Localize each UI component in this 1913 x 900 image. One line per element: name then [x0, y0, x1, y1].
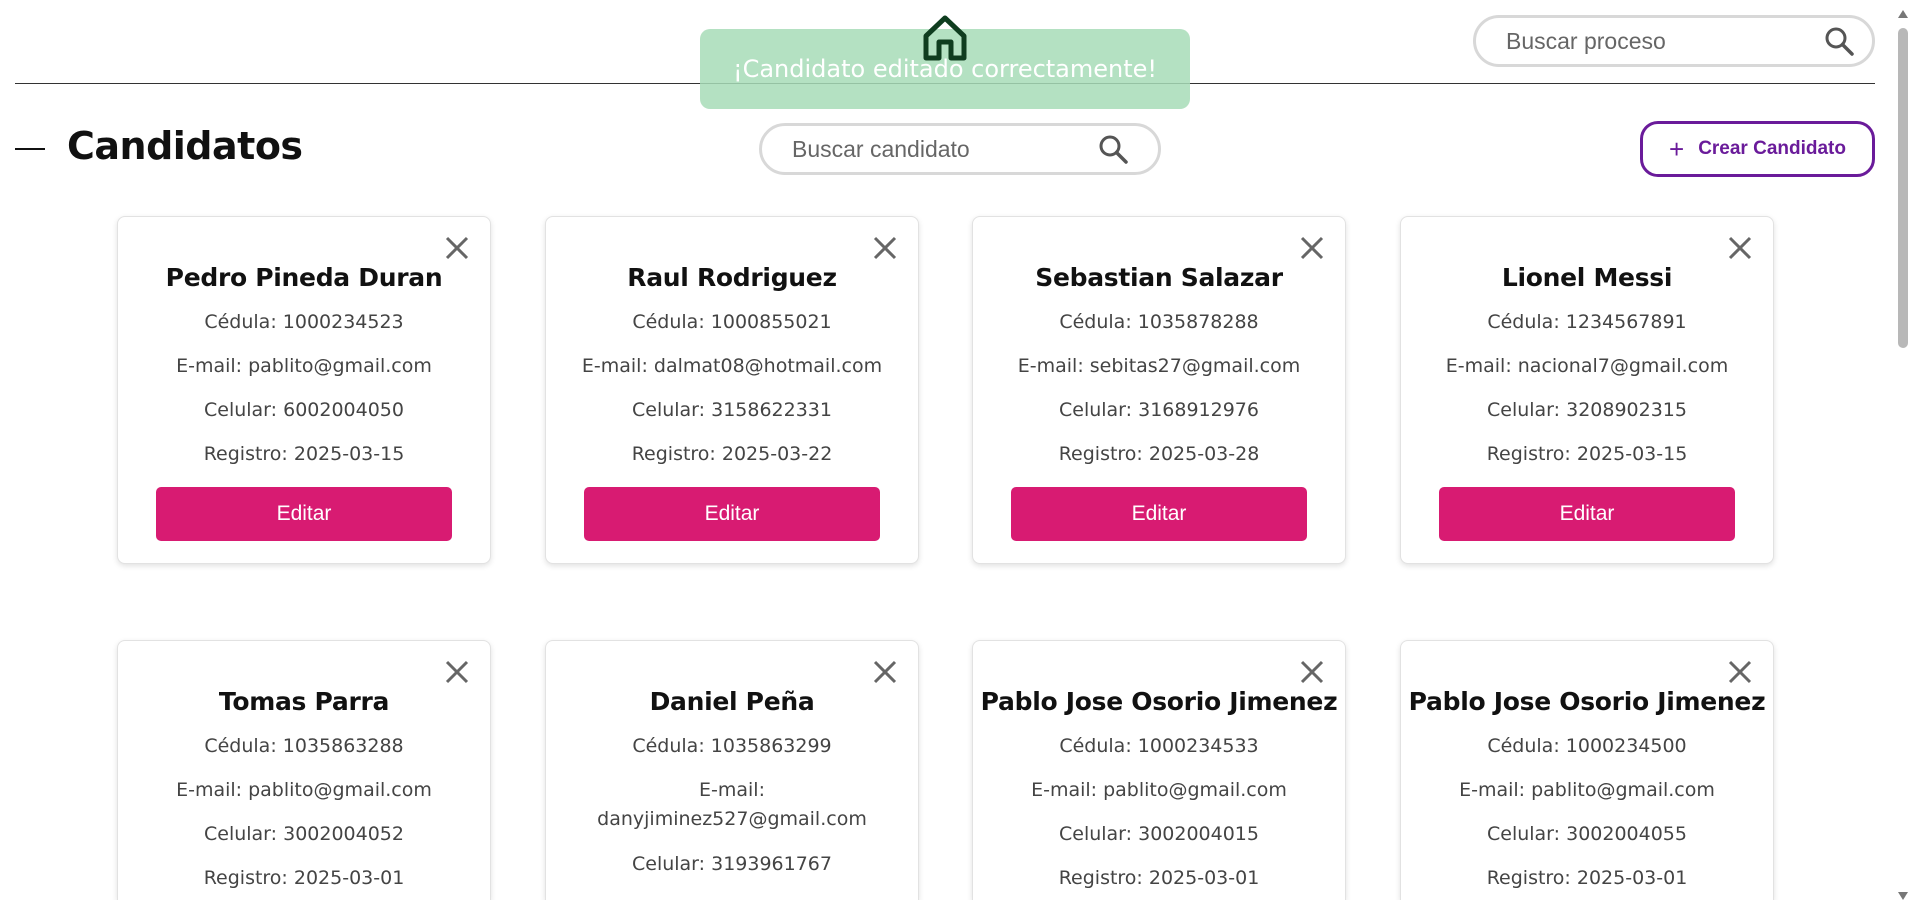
candidate-registration: Registro: 2025-03-22 — [631, 443, 833, 465]
candidate-registration: Registro: 2025-03-01 — [1486, 867, 1688, 889]
candidate-name: Raul Rodriguez — [627, 263, 837, 292]
candidate-phone: Celular: 6002004050 — [203, 399, 404, 421]
candidate-name: Daniel Peña — [649, 687, 815, 716]
candidate-email: E-mail: pablito@gmail.com — [1031, 779, 1287, 801]
candidate-card: Pablo Jose Osorio Jimenez Cédula: 100023… — [972, 640, 1346, 900]
candidate-email: E-mail: pablito@gmail.com — [1459, 779, 1715, 801]
search-process-input[interactable] — [1506, 27, 1824, 55]
candidate-cedula: Cédula: 1234567891 — [1487, 311, 1687, 333]
candidate-name: Lionel Messi — [1501, 263, 1673, 292]
candidate-phone: Celular: 3208902315 — [1486, 399, 1687, 421]
candidate-email-value: danyjiminez527@gmail.com — [597, 808, 867, 830]
candidate-registration: Registro: 2025-03-01 — [1058, 867, 1260, 889]
close-icon[interactable] — [442, 233, 472, 263]
candidate-name: Pablo Jose Osorio Jimenez — [980, 687, 1338, 716]
candidate-phone: Celular: 3002004015 — [1058, 823, 1259, 845]
candidate-cedula: Cédula: 1000855021 — [632, 311, 832, 333]
plus-icon: + — [1669, 134, 1685, 164]
close-icon[interactable] — [1297, 233, 1327, 263]
candidate-card: Pablo Jose Osorio Jimenez Cédula: 100023… — [1400, 640, 1774, 900]
candidate-card: Raul Rodriguez Cédula: 1000855021 E-mail… — [545, 216, 919, 564]
candidate-cedula: Cédula: 1000234533 — [1059, 735, 1259, 757]
candidate-email: E-mail: nacional7@gmail.com — [1445, 355, 1729, 377]
candidate-cedula: Cédula: 1000234523 — [204, 311, 404, 333]
scroll-down-arrow-icon[interactable] — [1897, 886, 1909, 900]
candidate-card: Tomas Parra Cédula: 1035863288 E-mail: p… — [117, 640, 491, 900]
candidate-registration: Registro: 2025-03-01 — [203, 867, 405, 889]
candidate-email-label: E-mail: — [699, 779, 765, 801]
candidate-phone: Celular: 3002004052 — [203, 823, 404, 845]
page-title: Candidatos — [67, 124, 303, 168]
candidate-cedula: Cédula: 1035878288 — [1059, 311, 1259, 333]
candidate-card: Daniel Peña Cédula: 1035863299 E-mail: d… — [545, 640, 919, 900]
candidate-phone: Celular: 3168912976 — [1058, 399, 1259, 421]
close-icon[interactable] — [870, 657, 900, 687]
close-icon[interactable] — [870, 233, 900, 263]
candidate-name: Sebastian Salazar — [1035, 263, 1283, 292]
candidate-email: E-mail: dalmat08@hotmail.com — [581, 355, 883, 377]
vertical-scrollbar[interactable] — [1893, 0, 1913, 900]
candidate-email: E-mail: sebitas27@gmail.com — [1017, 355, 1301, 377]
scrollbar-thumb[interactable] — [1898, 28, 1908, 348]
candidate-card: Sebastian Salazar Cédula: 1035878288 E-m… — [972, 216, 1346, 564]
edit-button[interactable]: Editar — [1011, 487, 1307, 541]
search-candidate-box[interactable] — [759, 123, 1161, 175]
close-icon[interactable] — [1725, 233, 1755, 263]
search-icon[interactable] — [1098, 134, 1128, 164]
page: ¡Candidato editado correctamente! Candid… — [0, 0, 1913, 900]
candidate-registration: Registro: 2025-03-15 — [1486, 443, 1688, 465]
candidate-name: Tomas Parra — [218, 687, 390, 716]
scroll-up-arrow-icon[interactable] — [1897, 4, 1909, 18]
search-candidate-input[interactable] — [792, 135, 1098, 163]
candidate-cedula: Cédula: 1035863299 — [632, 735, 832, 757]
create-candidate-button[interactable]: + Crear Candidato — [1640, 121, 1875, 177]
candidate-phone: Celular: 3002004055 — [1486, 823, 1687, 845]
candidate-cedula: Cédula: 1000234500 — [1487, 735, 1687, 757]
candidate-email: E-mail: pablito@gmail.com — [176, 779, 432, 801]
search-process-box[interactable] — [1473, 15, 1875, 67]
candidate-registration: Registro: 2025-03-15 — [203, 443, 405, 465]
candidate-name: Pedro Pineda Duran — [165, 263, 443, 292]
candidate-email: E-mail: pablito@gmail.com — [176, 355, 432, 377]
title-dash — [15, 148, 45, 150]
edit-button[interactable]: Editar — [584, 487, 880, 541]
edit-button[interactable]: Editar — [1439, 487, 1735, 541]
candidate-registration: Registro: 2025-03-28 — [1058, 443, 1260, 465]
close-icon[interactable] — [1297, 657, 1327, 687]
close-icon[interactable] — [1725, 657, 1755, 687]
close-icon[interactable] — [442, 657, 472, 687]
search-icon[interactable] — [1824, 26, 1854, 56]
candidate-phone: Celular: 3193961767 — [631, 853, 832, 875]
candidate-card: Lionel Messi Cédula: 1234567891 E-mail: … — [1400, 216, 1774, 564]
candidate-cedula: Cédula: 1035863288 — [204, 735, 404, 757]
create-candidate-label: Crear Candidato — [1698, 138, 1846, 159]
home-icon[interactable] — [922, 14, 968, 62]
candidate-email: E-mail: danyjiminez527@gmail.com — [546, 776, 918, 834]
candidate-name: Pablo Jose Osorio Jimenez — [1408, 687, 1766, 716]
candidate-card: Pedro Pineda Duran Cédula: 1000234523 E-… — [117, 216, 491, 564]
candidate-phone: Celular: 3158622331 — [631, 399, 832, 421]
edit-button[interactable]: Editar — [156, 487, 452, 541]
